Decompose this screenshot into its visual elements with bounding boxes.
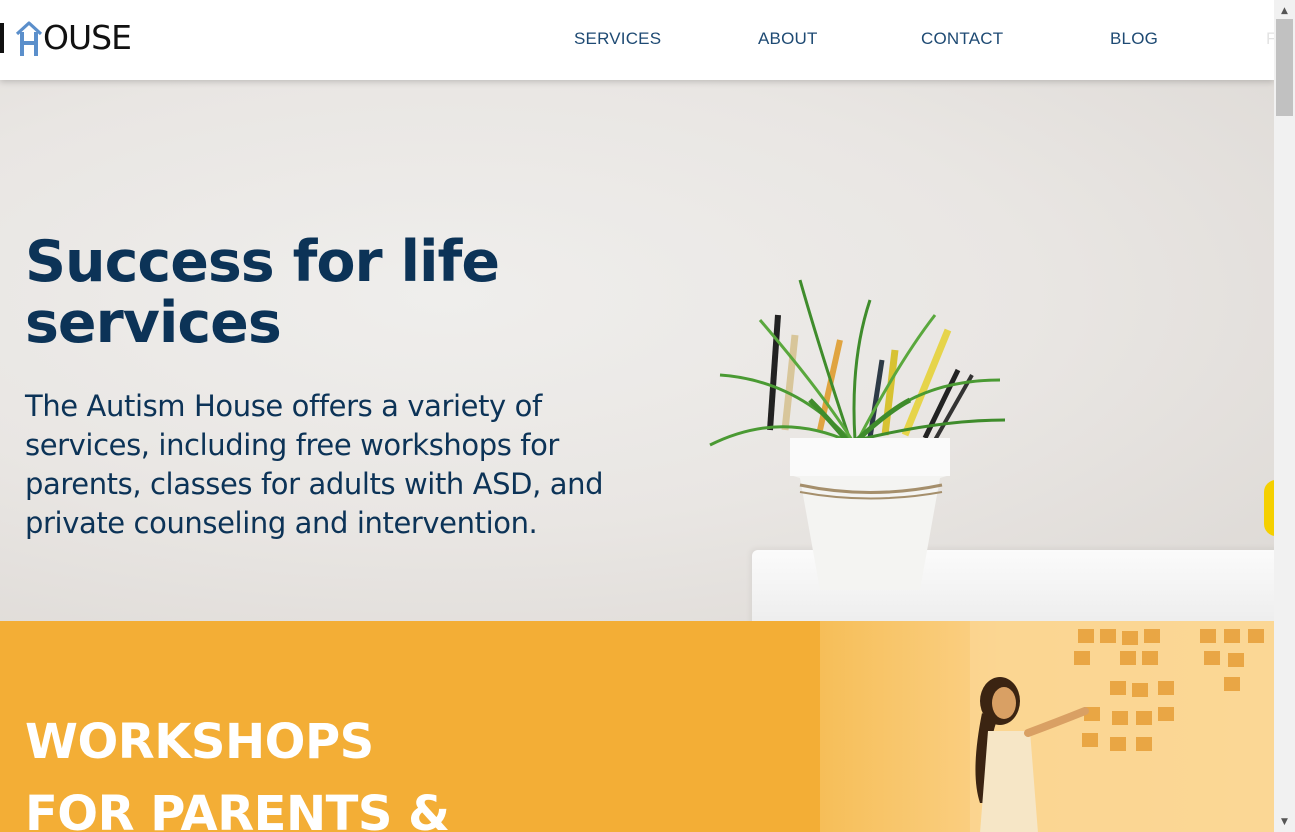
workshops-title-line1: WORKSHOPS <box>25 714 374 770</box>
sticky-note <box>1110 681 1126 695</box>
nav-blog[interactable]: BLOG <box>1110 29 1158 49</box>
sticky-note <box>1112 711 1128 725</box>
sticky-note <box>1224 629 1240 643</box>
workshops-title: WORKSHOPS FOR PARENTS & <box>25 706 450 832</box>
sticky-note <box>1224 677 1240 691</box>
vertical-scrollbar[interactable]: ▲ ▼ <box>1274 0 1295 832</box>
logo-text: OUSE <box>43 18 132 57</box>
presenter-figure <box>975 677 1089 832</box>
nav-item-cutoff[interactable]: F <box>1266 29 1274 49</box>
scroll-up-arrow-icon[interactable]: ▲ <box>1274 2 1295 19</box>
sticky-note <box>1122 631 1138 645</box>
scroll-down-arrow-icon[interactable]: ▼ <box>1274 813 1295 830</box>
hero-title: Success for life services <box>25 232 645 354</box>
sticky-note <box>1078 629 1094 643</box>
nav-services[interactable]: SERVICES <box>574 29 661 49</box>
sticky-note <box>1132 683 1148 697</box>
sticky-note <box>1158 681 1174 695</box>
hero-description: The Autism House offers a variety of ser… <box>25 389 604 540</box>
hero-title-line2: services <box>25 290 282 356</box>
hero-yellow-decoration <box>1264 480 1274 536</box>
sticky-note <box>1120 651 1136 665</box>
hero-section: Success for life services The Autism Hou… <box>0 80 1274 621</box>
house-logo-icon <box>16 21 42 56</box>
hero-title-line1: Success for life <box>25 229 500 295</box>
workshops-title-line2: FOR PARENTS & <box>25 786 450 832</box>
site-header: OUSE SERVICES ABOUT CONTACT BLOG F <box>0 0 1274 80</box>
sticky-note <box>1110 737 1126 751</box>
sticky-note <box>1158 707 1174 721</box>
sticky-note <box>1074 651 1090 665</box>
workshops-section: WORKSHOPS FOR PARENTS & <box>0 621 1274 832</box>
site-logo[interactable]: OUSE <box>0 18 132 58</box>
sticky-note <box>1142 651 1158 665</box>
sticky-note <box>1144 629 1160 643</box>
sticky-note <box>1136 711 1152 725</box>
page: OUSE SERVICES ABOUT CONTACT BLOG F Succe… <box>0 0 1274 832</box>
scroll-thumb[interactable] <box>1276 19 1293 116</box>
sticky-note <box>1228 653 1244 667</box>
sticky-note <box>1200 629 1216 643</box>
sticky-note <box>1204 651 1220 665</box>
nav-contact[interactable]: CONTACT <box>921 29 1003 49</box>
sticky-note <box>1248 629 1264 643</box>
nav-about[interactable]: ABOUT <box>758 29 818 49</box>
sticky-note <box>1136 737 1152 751</box>
plant-pot-image <box>709 279 1006 590</box>
sticky-note <box>1100 629 1116 643</box>
workshop-photo <box>820 621 1274 832</box>
logo-letter-fragment <box>0 23 4 53</box>
